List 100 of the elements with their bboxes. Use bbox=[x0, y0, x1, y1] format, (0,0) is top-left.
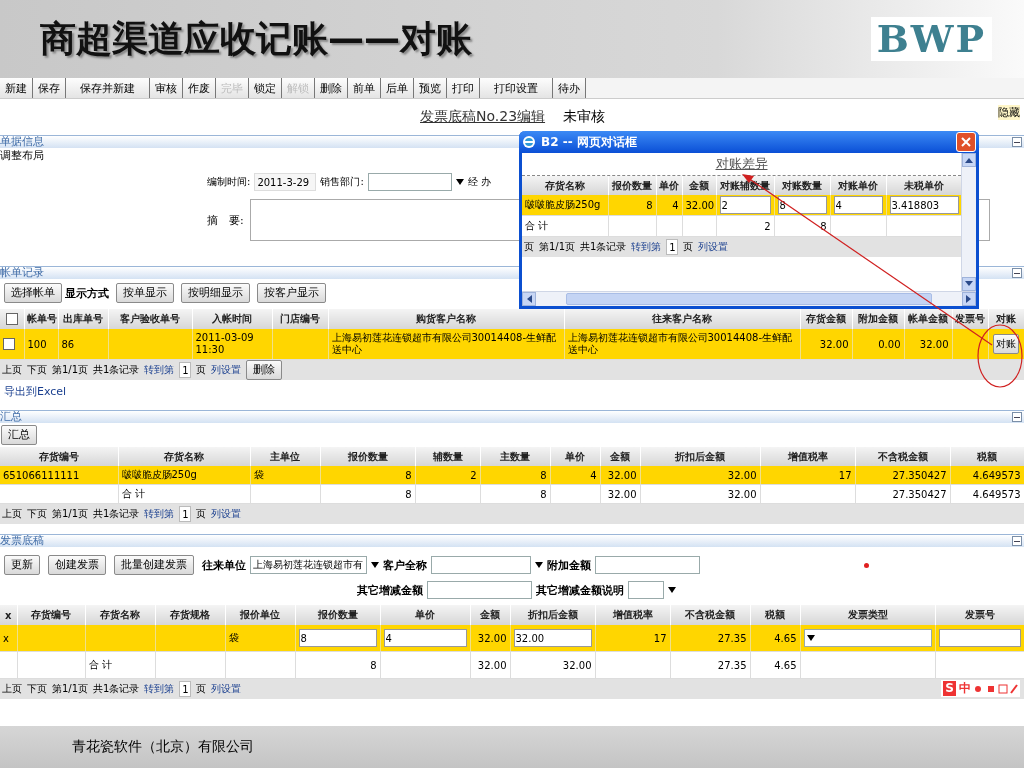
toolbar-button[interactable]: 待办 bbox=[553, 78, 586, 98]
column-settings-link[interactable]: 列设置 bbox=[211, 507, 242, 521]
invoice-action-button[interactable]: 更新 bbox=[4, 555, 40, 575]
collapse-icon[interactable] bbox=[1012, 536, 1022, 546]
record-count: 共1条记录 bbox=[93, 682, 140, 696]
previous-page-link[interactable]: 上页 bbox=[2, 363, 22, 377]
scroll-up-icon[interactable] bbox=[965, 157, 973, 163]
table-input[interactable]: 8 bbox=[298, 629, 377, 647]
toolbar-button[interactable]: 打印设置 bbox=[480, 78, 553, 98]
column-header: 报价数量 bbox=[295, 605, 380, 625]
table-cell: 32.00 bbox=[470, 625, 510, 652]
page-indicator: 第1/1页 bbox=[52, 363, 89, 377]
table-input[interactable]: 32.00 bbox=[513, 629, 592, 647]
partner-dropdown[interactable]: 上海易初莲花连锁超市有 bbox=[250, 556, 367, 574]
page-input[interactable]: 1 bbox=[179, 681, 192, 697]
checkbox[interactable] bbox=[5, 313, 18, 325]
table-input[interactable]: 4 bbox=[833, 196, 883, 214]
layout-link[interactable]: 调整布局 bbox=[0, 149, 44, 162]
column-header: 存货名称 bbox=[522, 176, 608, 195]
toolbar-button[interactable]: 审核 bbox=[150, 78, 183, 98]
scroll-down-icon[interactable] bbox=[965, 281, 973, 287]
export-excel-link[interactable]: 导出到Excel bbox=[4, 383, 67, 399]
page-input[interactable]: 1 bbox=[666, 239, 679, 255]
scroll-right-icon[interactable] bbox=[966, 295, 972, 303]
toolbar-button[interactable]: 保存 bbox=[33, 78, 66, 98]
next-page-link[interactable]: 下页 bbox=[27, 682, 47, 696]
extra-amount-field[interactable] bbox=[595, 556, 700, 574]
toolbar-button[interactable]: 前单 bbox=[348, 78, 381, 98]
table-cell: 27.35 bbox=[670, 625, 750, 652]
reconcile-button[interactable]: 对账 bbox=[993, 334, 1019, 354]
delete-button[interactable]: 删除 bbox=[246, 360, 283, 380]
toolbar-button[interactable]: 删除 bbox=[315, 78, 348, 98]
invoice-action-button[interactable]: 创建发票 bbox=[48, 555, 106, 575]
column-header: 存货名称 bbox=[118, 447, 250, 466]
other-amount-field[interactable] bbox=[427, 581, 532, 599]
invoice-action-button[interactable]: 批量创建发票 bbox=[114, 555, 194, 575]
select-bill-button[interactable]: 选择帐单 bbox=[4, 283, 62, 303]
section-title: 帐单记录 bbox=[0, 267, 44, 279]
table-cell: 32.00 bbox=[682, 195, 716, 216]
previous-page-link[interactable]: 上页 bbox=[2, 507, 22, 521]
scrollbar-thumb[interactable] bbox=[566, 293, 932, 305]
table-input[interactable]: 3.418803 bbox=[889, 196, 959, 214]
next-page-link[interactable]: 下页 bbox=[27, 507, 47, 521]
column-header: 金额 bbox=[600, 447, 640, 466]
display-mode-button[interactable]: 按客户显示 bbox=[257, 283, 326, 303]
table-cell: 啵啵脆皮肠250g bbox=[118, 466, 250, 485]
section-title: 单据信息 bbox=[0, 136, 44, 148]
checkbox[interactable] bbox=[3, 338, 15, 350]
field-label: 其它增减金额说明 bbox=[536, 582, 624, 598]
table-cell: 4 bbox=[550, 466, 600, 485]
next-page-link[interactable]: 下页 bbox=[27, 363, 47, 377]
table-cell: 合 计 bbox=[85, 651, 155, 679]
collapse-icon[interactable] bbox=[1012, 412, 1022, 422]
display-mode-button[interactable]: 按明细显示 bbox=[181, 283, 250, 303]
toolbar-button[interactable]: 锁定 bbox=[249, 78, 282, 98]
table-cell: 32.00 bbox=[904, 329, 952, 360]
toolbar-button[interactable]: 预览 bbox=[414, 78, 447, 98]
table-cell: 8 bbox=[608, 195, 656, 216]
display-mode-button[interactable]: 按单显示 bbox=[116, 283, 174, 303]
column-header: 辅数量 bbox=[415, 447, 480, 466]
column-header: 不含税金额 bbox=[855, 447, 950, 466]
field-label: 编制时间: bbox=[207, 175, 251, 189]
toolbar-button[interactable]: 作废 bbox=[183, 78, 216, 98]
toolbar-button[interactable]: 后单 bbox=[381, 78, 414, 98]
collapse-icon[interactable] bbox=[1012, 268, 1022, 278]
goto-page-label: 转到第 bbox=[144, 682, 175, 696]
close-button[interactable] bbox=[956, 132, 976, 152]
page-input[interactable]: 1 bbox=[179, 506, 192, 522]
previous-page-link[interactable]: 上页 bbox=[2, 682, 22, 696]
summary-button[interactable]: 汇总 bbox=[1, 425, 37, 445]
column-header: 增值税率 bbox=[760, 447, 855, 466]
table-input[interactable]: 2 bbox=[719, 196, 771, 214]
toolbar-button[interactable]: 打印 bbox=[447, 78, 480, 98]
column-settings-link[interactable]: 列设置 bbox=[211, 363, 242, 377]
column-header: 对账数量 bbox=[774, 176, 830, 195]
page-input[interactable]: 1 bbox=[179, 362, 192, 378]
hide-link[interactable]: 隐藏 bbox=[998, 105, 1020, 120]
logo: BWP bbox=[870, 17, 992, 61]
column-settings-link[interactable]: 列设置 bbox=[211, 682, 242, 696]
table-input[interactable]: 4 bbox=[383, 629, 467, 647]
toolbar-button[interactable]: 新建 bbox=[0, 78, 33, 98]
date-field[interactable]: 2011-3-29 bbox=[254, 173, 317, 191]
ime-tools-icon[interactable] bbox=[974, 682, 1018, 695]
dropdown-field[interactable] bbox=[803, 629, 932, 647]
table-input[interactable] bbox=[938, 629, 1021, 647]
column-header: 客户验收单号 bbox=[108, 309, 192, 329]
column-header: 往来客户名称 bbox=[564, 309, 800, 329]
collapse-icon[interactable] bbox=[1012, 137, 1022, 147]
page-unit-label: 页 bbox=[196, 682, 207, 696]
table-input[interactable]: 8 bbox=[777, 196, 827, 214]
company-name: 青花瓷软件（北京）有限公司 bbox=[72, 738, 254, 756]
field-label: 附加金额 bbox=[547, 557, 591, 573]
column-settings-link[interactable]: 列设置 bbox=[698, 240, 729, 254]
next-page-link[interactable]: 页 bbox=[524, 240, 534, 254]
toolbar-button[interactable]: 保存并新建 bbox=[66, 78, 150, 98]
caret-icon bbox=[371, 562, 379, 568]
table-cell: 4.649573 bbox=[950, 466, 1024, 485]
scroll-left-icon[interactable] bbox=[526, 295, 532, 303]
status-label: 未审核 bbox=[563, 108, 606, 126]
dialog-heading[interactable]: 对账差异 bbox=[715, 156, 768, 171]
